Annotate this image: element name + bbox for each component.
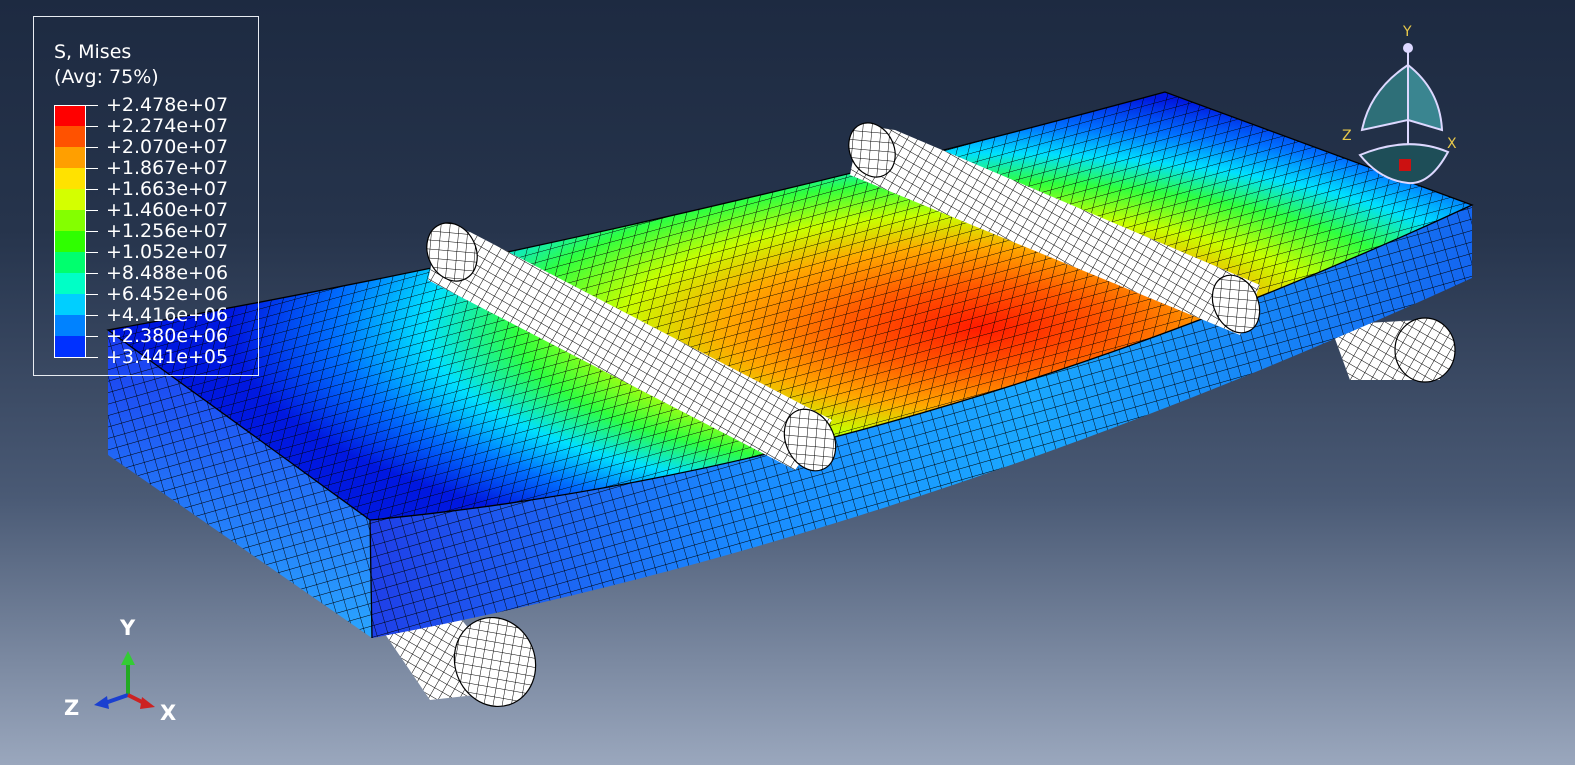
legend-value: +1.256e+07 <box>106 220 229 242</box>
legend-value: +2.070e+07 <box>106 136 229 158</box>
legend-swatch <box>54 189 86 210</box>
view-cube-y-label: Y <box>1402 24 1412 40</box>
legend-subtitle: (Avg: 75%) <box>54 66 159 88</box>
legend-value: +8.488e+06 <box>106 262 229 284</box>
view-cube-marker <box>1399 159 1411 171</box>
view-cube-x-label: X <box>1447 136 1457 152</box>
legend-value: +4.416e+06 <box>106 304 229 326</box>
deformed-beam[interactable] <box>106 91 1474 639</box>
contour-legend: S, Mises (Avg: 75%) +2.478e+07 +2.274e+07… <box>33 16 259 376</box>
legend-tick <box>86 294 98 295</box>
legend-tick <box>86 210 98 211</box>
legend-tick <box>86 357 98 358</box>
legend-frame-top <box>54 105 86 106</box>
legend-swatch <box>54 147 86 168</box>
legend-swatch <box>54 105 86 126</box>
legend-swatch <box>54 210 86 231</box>
legend-swatch <box>54 315 86 336</box>
legend-tick <box>86 105 98 106</box>
triad-x-label: X <box>160 701 176 725</box>
legend-tick <box>86 168 98 169</box>
legend-tick <box>86 336 98 337</box>
coordinate-triad: Y Z X <box>64 616 176 725</box>
view-cube-z-label: Z <box>1342 128 1352 144</box>
legend-value: +2.380e+06 <box>106 325 229 347</box>
legend-tick <box>86 231 98 232</box>
legend-tick <box>86 126 98 127</box>
legend-title: S, Mises <box>54 41 132 63</box>
legend-swatch <box>54 231 86 252</box>
legend-value: +1.867e+07 <box>106 157 229 179</box>
view-cube[interactable]: Y Z X <box>1330 20 1470 190</box>
legend-swatch <box>54 336 86 357</box>
legend-tick <box>86 189 98 190</box>
legend-swatch <box>54 273 86 294</box>
legend-swatch <box>54 168 86 189</box>
legend-value: +2.478e+07 <box>106 94 229 116</box>
legend-tick <box>86 252 98 253</box>
legend-tick <box>86 147 98 148</box>
legend-value: +1.460e+07 <box>106 199 229 221</box>
legend-value: +1.663e+07 <box>106 178 229 200</box>
legend-tick <box>86 273 98 274</box>
legend-value: +3.441e+05 <box>106 346 229 368</box>
legend-frame-bottom <box>54 357 86 358</box>
legend-value: +2.274e+07 <box>106 115 229 137</box>
legend-swatch <box>54 294 86 315</box>
legend-tick <box>86 315 98 316</box>
legend-value: +1.052e+07 <box>106 241 229 263</box>
triad-y-label: Y <box>119 616 136 640</box>
legend-value: +6.452e+06 <box>106 283 229 305</box>
triad-z-label: Z <box>64 696 79 720</box>
legend-swatch <box>54 252 86 273</box>
legend-swatch <box>54 126 86 147</box>
